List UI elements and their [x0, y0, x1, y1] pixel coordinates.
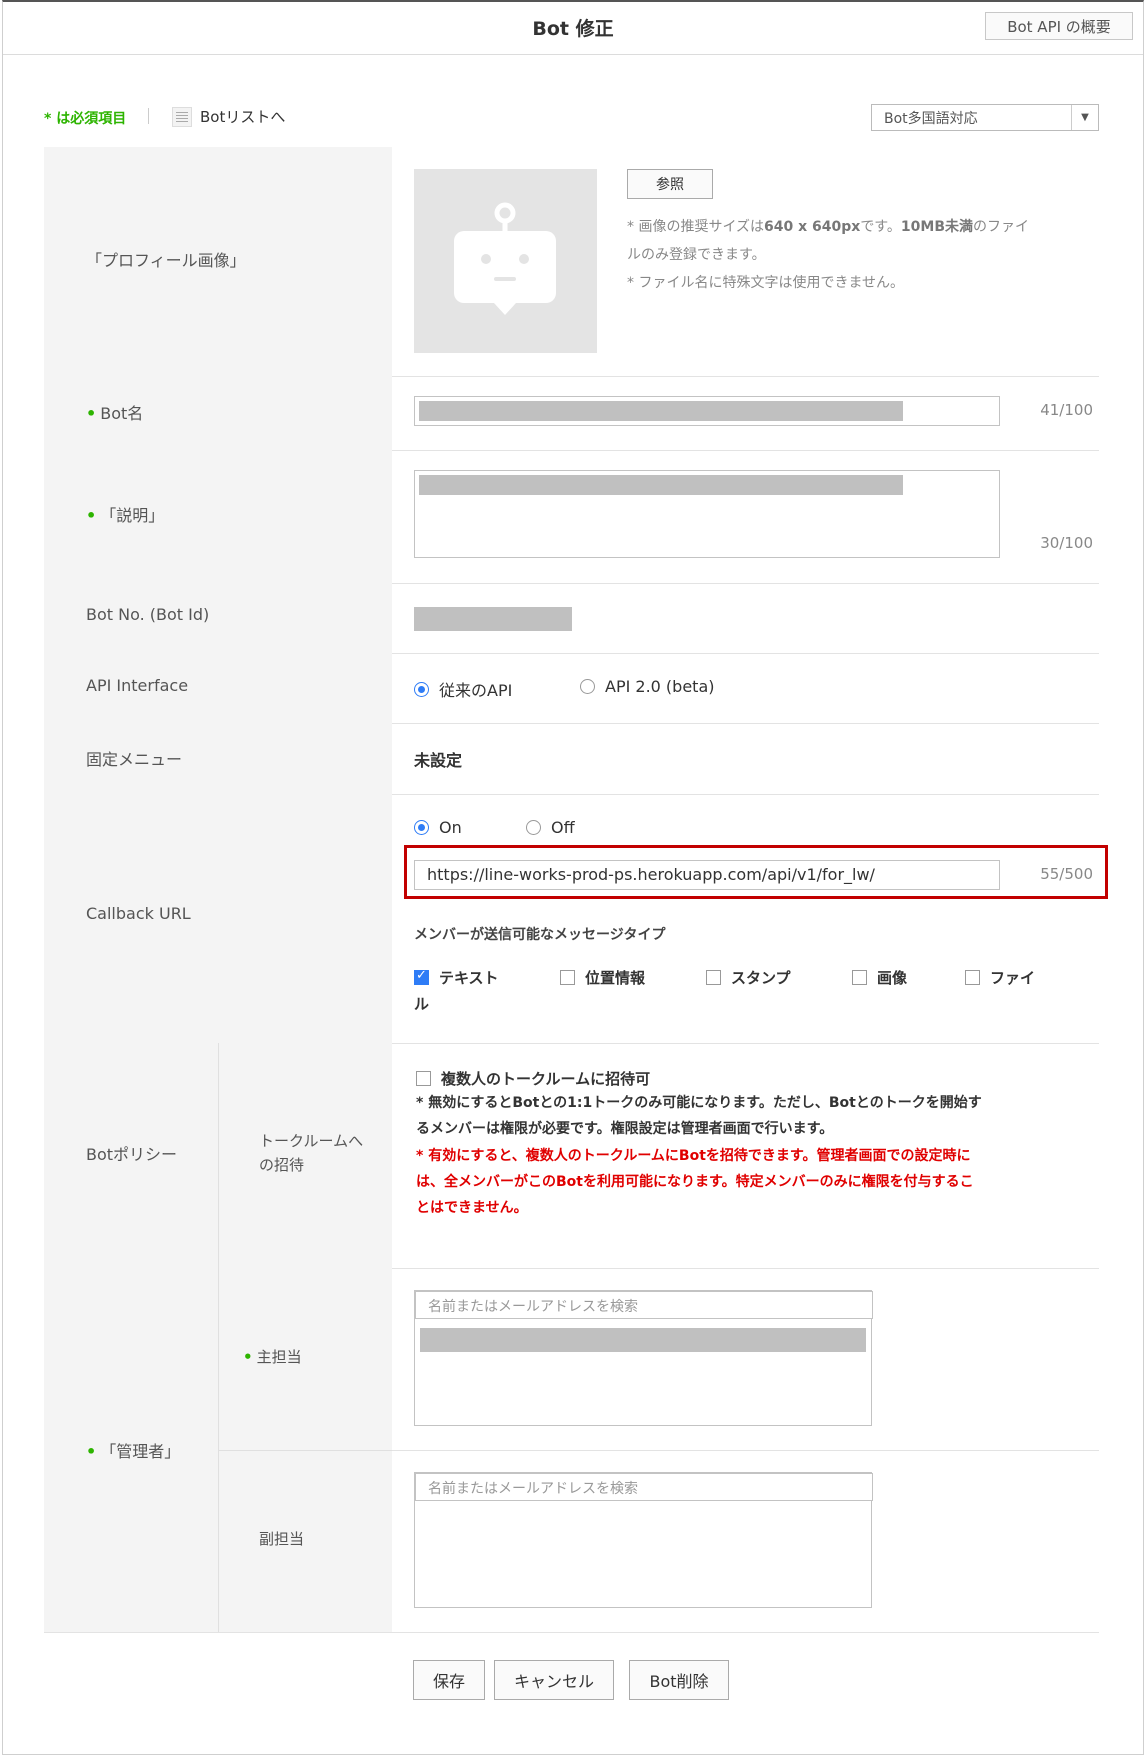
- cancel-button[interactable]: キャンセル: [494, 1660, 614, 1700]
- callback-url-highlight: [404, 845, 1108, 899]
- profile-image-row: 「プロフィール画像」 参照 * 画像の推奨サイズは640 x 640pxです。1…: [44, 147, 1099, 377]
- divider: [219, 1450, 393, 1451]
- bot-no-label: Bot No. (Bot Id): [86, 605, 210, 624]
- secondary-admin-box: 名前またはメールアドレスを検索: [414, 1472, 873, 1608]
- checkbox-text[interactable]: テキスト: [414, 967, 499, 988]
- secondary-admin-label: 副担当: [259, 1530, 305, 1548]
- invite-sub-label-cell: トークルームへ の招待: [218, 1043, 393, 1268]
- divider: [392, 1450, 1099, 1451]
- bot-policy-label: Botポリシー: [86, 1145, 178, 1164]
- radio-selected-icon: [414, 820, 429, 835]
- radio-callback-on[interactable]: On: [414, 818, 462, 837]
- description-label: • 「説明」: [86, 506, 165, 525]
- description-textarea[interactable]: [414, 470, 1000, 558]
- callback-url-label: Callback URL: [86, 904, 191, 923]
- radio-unselected-icon: [580, 679, 595, 694]
- redacted-admin: [420, 1328, 866, 1352]
- invite-sub-label: トークルームへ の招待: [259, 1132, 364, 1174]
- page-title: Bot 修正: [532, 18, 614, 40]
- admin-label: • 「管理者」: [86, 1442, 181, 1461]
- bot-list-link[interactable]: Botリストへ: [172, 106, 285, 127]
- checkbox-icon: [560, 970, 575, 985]
- required-fields-note: * は必須項目: [44, 111, 127, 127]
- save-button[interactable]: 保存: [413, 1660, 485, 1700]
- admin-sub-label-cell: • 主担当 副担当: [218, 1268, 393, 1632]
- radio-unselected-icon: [526, 820, 541, 835]
- primary-admin-search-input[interactable]: 名前またはメールアドレスを検索: [415, 1291, 873, 1319]
- bot-name-row: • Bot名 41/100: [44, 376, 1099, 451]
- primary-admin-label: • 主担当: [243, 1348, 302, 1366]
- image-size-note: * 画像の推奨サイズは640 x 640pxです。10MB未満のファイ ルのみ登録…: [627, 219, 1030, 263]
- policy-note: * 無効にするとBotとの1:1トークのみ可能になります。ただし、Botとのトー…: [416, 1095, 982, 1137]
- language-select-value: Bot多国語対応: [884, 111, 978, 127]
- divider: [148, 108, 149, 124]
- bot-name-input[interactable]: [414, 396, 1000, 426]
- api-interface-label: API Interface: [86, 676, 189, 695]
- chevron-down-icon: ▼: [1071, 105, 1098, 130]
- bot-avatar: [414, 169, 597, 353]
- bot-api-overview-button[interactable]: Bot API の概要: [985, 12, 1133, 40]
- message-types-title: メンバーが送信可能なメッセージタイプ: [414, 927, 666, 943]
- radio-callback-off[interactable]: Off: [526, 818, 575, 837]
- checkbox-icon: [852, 970, 867, 985]
- delete-bot-button[interactable]: Bot削除: [629, 1660, 729, 1700]
- radio-api-v2[interactable]: API 2.0 (beta): [580, 677, 715, 696]
- bot-list-label: Botリストへ: [200, 108, 286, 126]
- fixed-menu-label: 固定メニュー: [86, 750, 183, 769]
- primary-admin-box: 名前またはメールアドレスを検索: [414, 1290, 873, 1426]
- redacted-bot-id: [414, 607, 572, 631]
- description-counter: 30/100: [1040, 534, 1093, 552]
- bot-name-label: • Bot名: [86, 404, 144, 423]
- list-icon: [172, 106, 192, 127]
- language-select[interactable]: Bot多国語対応 ▼: [871, 104, 1099, 131]
- profile-image-label: 「プロフィール画像」: [86, 251, 246, 270]
- admin-row: • 「管理者」 • 主担当 副担当 名前またはメールアドレスを検索 名前またはメール…: [44, 1268, 1099, 1633]
- checkbox-location[interactable]: 位置情報: [560, 967, 645, 988]
- checkbox-multi-room-invite[interactable]: 複数人のトークルームに招待可: [416, 1068, 650, 1089]
- callback-url-row: Callback URL On Off https://line-works-p…: [44, 794, 1099, 1044]
- bot-placeholder-icon: [454, 202, 556, 315]
- redacted-text: [419, 401, 903, 421]
- filename-note: * ファイル名に特殊文字は使用できません。: [627, 275, 905, 291]
- bot-name-counter: 41/100: [1040, 401, 1093, 419]
- api-interface-row: API Interface 従来のAPI API 2.0 (beta): [44, 653, 1099, 724]
- redacted-text: [419, 475, 903, 495]
- checkbox-icon: [706, 970, 721, 985]
- radio-legacy-api[interactable]: 従来のAPI: [414, 677, 512, 701]
- description-row: • 「説明」 30/100: [44, 450, 1099, 584]
- browse-button[interactable]: 参照: [627, 169, 713, 199]
- policy-warning: * 有効にすると、複数人のトークルームにBotを招待できます。管理者画面での設定…: [416, 1148, 974, 1216]
- checkbox-icon: [965, 970, 980, 985]
- secondary-admin-search-input[interactable]: 名前またはメールアドレスを検索: [415, 1473, 873, 1501]
- bot-no-row: Bot No. (Bot Id): [44, 583, 1099, 654]
- checkbox-image[interactable]: 画像: [852, 967, 907, 988]
- checkbox-file[interactable]: ファイ: [965, 967, 1035, 988]
- fixed-menu-row: 固定メニュー 未設定: [44, 723, 1099, 795]
- checkbox-icon: [416, 1071, 431, 1086]
- checkbox-sticker[interactable]: スタンプ: [706, 967, 791, 988]
- radio-selected-icon: [414, 681, 429, 697]
- page-header: Bot 修正 Bot API の概要: [3, 2, 1143, 55]
- fixed-menu-value: 未設定: [414, 751, 463, 770]
- checkbox-file-overflow: ル: [414, 995, 430, 1013]
- checkbox-checked-icon: [414, 968, 429, 985]
- row-label: 「プロフィール画像」: [44, 147, 392, 376]
